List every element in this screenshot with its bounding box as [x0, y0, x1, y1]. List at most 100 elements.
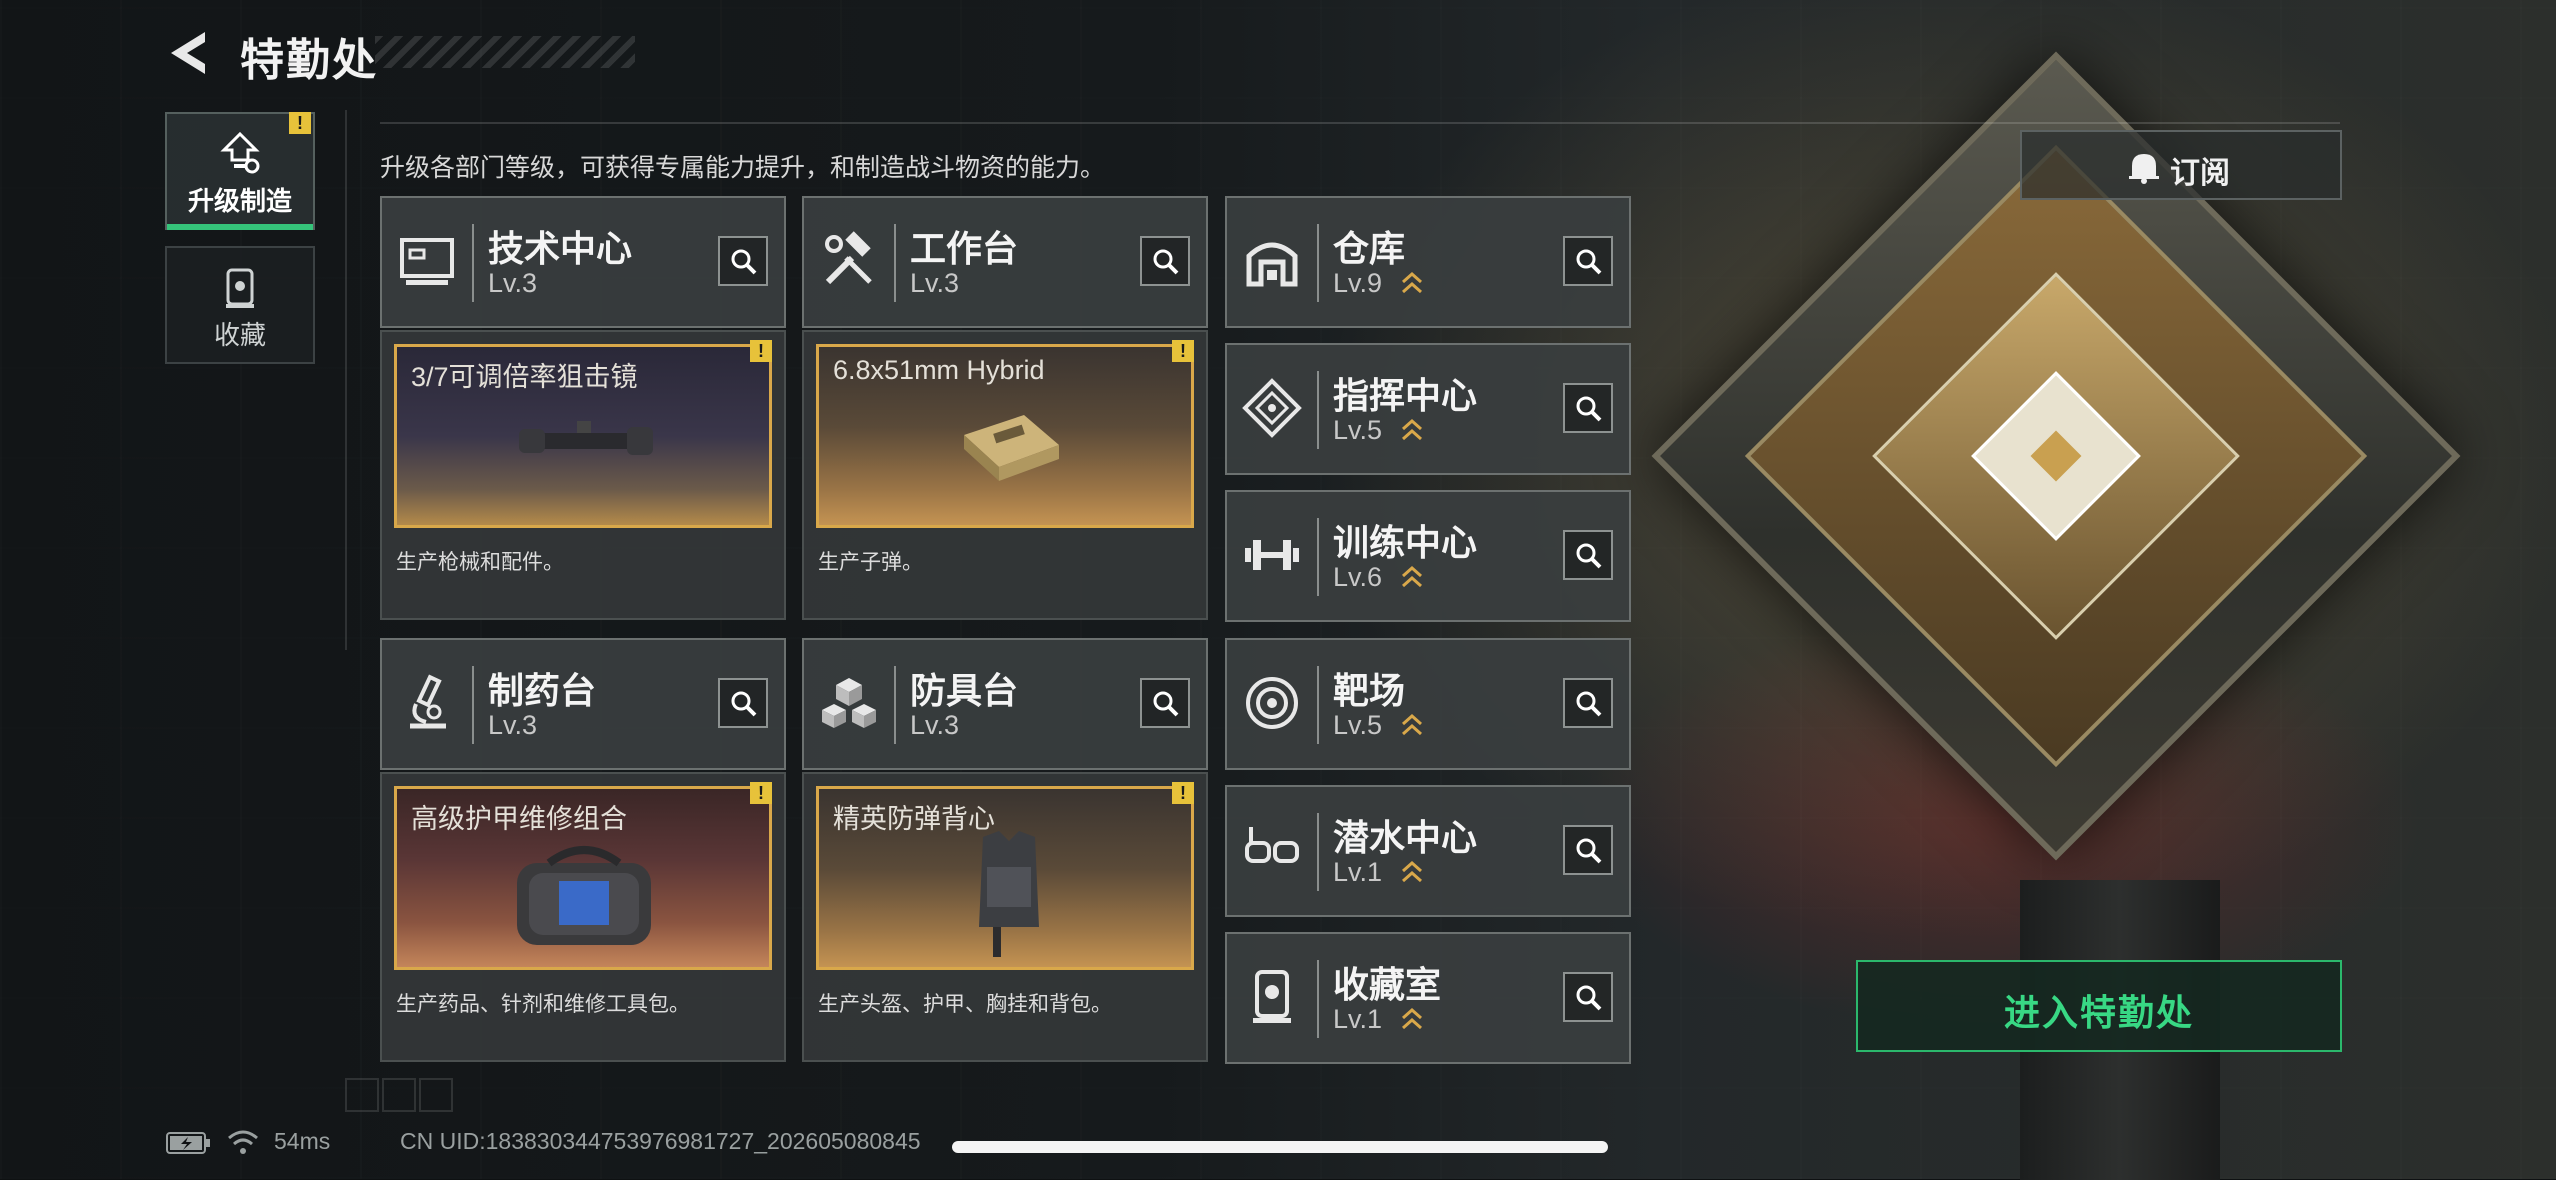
inspect-button[interactable]: [1140, 678, 1190, 728]
separator: [1317, 960, 1319, 1038]
subscribe-button[interactable]: 订阅: [2020, 130, 2342, 200]
search-icon: [1576, 396, 1602, 422]
product-card-tech-center[interactable]: 3/7可调倍率狙击镜 ! 生产枪械和配件。: [380, 330, 786, 620]
separator: [1317, 666, 1319, 744]
separator: [1317, 224, 1319, 302]
separator: [894, 224, 896, 302]
dept-level: Lv.3: [910, 268, 960, 298]
dept-name: 潜水中心: [1333, 817, 1478, 858]
diving-mask-icon: [1245, 827, 1299, 863]
title-decoration: [375, 36, 635, 68]
sidebar-item-collection[interactable]: 收藏: [165, 246, 315, 364]
dept-card-tech-center[interactable]: 技术中心 Lv.3: [380, 196, 786, 328]
search-icon: [1576, 691, 1602, 717]
page-title: 特勤处: [240, 36, 378, 85]
alert-badge: !: [289, 112, 311, 134]
product-card-workbench[interactable]: 6.8x51mm Hybrid ! 生产子弹。: [802, 330, 1208, 620]
product-description: 生产子弹。: [818, 551, 923, 574]
dept-level: Lv.1: [1333, 1004, 1383, 1034]
product-card-armor-bench[interactable]: 精英防弹背心 ! 生产头盔、护甲、胸挂和背包。: [802, 772, 1208, 1062]
upgrade-available-icon: [1402, 860, 1422, 883]
hammer-wrench-icon: [825, 231, 872, 285]
product-image-frame[interactable]: 高级护甲维修组合: [394, 786, 772, 970]
divider-horizontal: [380, 122, 2340, 124]
inspect-button[interactable]: [1563, 678, 1613, 728]
dept-card-workbench[interactable]: 工作台 Lv.3: [802, 196, 1208, 328]
dept-card-warehouse[interactable]: 仓库 Lv.9: [1225, 196, 1631, 328]
wifi-icon: [228, 1130, 258, 1154]
alert-badge: !: [1172, 340, 1194, 362]
dept-name: 仓库: [1333, 228, 1406, 269]
dept-level: Lv.9: [1333, 268, 1383, 298]
product-image-frame[interactable]: 3/7可调倍率狙击镜: [394, 344, 772, 528]
subscribe-label: 订阅: [2170, 157, 2230, 190]
cubes-icon: [822, 678, 876, 728]
page-description: 升级各部门等级，可获得专属能力提升，和制造战斗物资的能力。: [380, 154, 1106, 182]
alert-badge: !: [750, 782, 772, 804]
product-description: 生产头盔、护甲、胸挂和背包。: [818, 993, 1112, 1016]
inspect-button[interactable]: [718, 678, 768, 728]
bell-icon: [2129, 154, 2159, 184]
home-indicator[interactable]: [952, 1141, 1608, 1153]
product-image-frame[interactable]: 精英防弹背心: [816, 786, 1194, 970]
sidebar-item-upgrade[interactable]: 升级制造 !: [165, 112, 315, 230]
inspect-button[interactable]: [1563, 383, 1613, 433]
dept-card-armor-bench[interactable]: 防具台 Lv.3: [802, 638, 1208, 770]
alert-badge: !: [1172, 782, 1194, 804]
warehouse-icon: [1246, 242, 1298, 287]
divider-vertical: [345, 110, 347, 650]
dept-name: 工作台: [910, 228, 1019, 269]
dept-name: 训练中心: [1333, 522, 1478, 563]
search-icon: [1576, 543, 1602, 569]
battery-icon: [166, 1132, 210, 1154]
dept-card-diving-center[interactable]: 潜水中心 Lv.1: [1225, 785, 1631, 917]
dept-card-command-center[interactable]: 指挥中心 Lv.5: [1225, 343, 1631, 475]
dept-level: Lv.6: [1333, 562, 1383, 592]
dept-card-training-center[interactable]: 训练中心 Lv.6: [1225, 490, 1631, 622]
inspect-button[interactable]: [1563, 972, 1613, 1022]
trophy-case-icon: [226, 268, 254, 308]
dept-name: 防具台: [910, 670, 1019, 711]
command-center-icon: [1242, 378, 1302, 438]
inspect-button[interactable]: [1140, 236, 1190, 286]
product-description: 生产药品、针剂和维修工具包。: [396, 993, 690, 1016]
repair-kit-bag-icon: [517, 846, 651, 945]
dept-name: 收藏室: [1333, 964, 1442, 1005]
product-image-frame[interactable]: 6.8x51mm Hybrid: [816, 344, 1194, 528]
inspect-button[interactable]: [1563, 530, 1613, 580]
product-name: 高级护甲维修组合: [411, 804, 627, 834]
enter-special-ops-button[interactable]: 进入特勤处: [1856, 960, 2342, 1052]
microscope-icon: [410, 674, 446, 729]
dumbbell-icon: [1245, 540, 1299, 570]
search-icon: [1576, 985, 1602, 1011]
ping-readout: 54ms: [274, 1128, 331, 1154]
back-arrow-icon[interactable]: [165, 28, 211, 78]
ammo-box-icon: [964, 415, 1059, 481]
search-icon: [731, 249, 757, 275]
dept-level: Lv.3: [488, 710, 538, 740]
separator: [1317, 813, 1319, 891]
dept-name: 技术中心: [488, 228, 633, 269]
upgrade-available-icon: [1402, 565, 1422, 588]
separator: [472, 224, 474, 302]
inspect-button[interactable]: [718, 236, 768, 286]
vest-item-icon: [979, 831, 1039, 957]
inspect-button[interactable]: [1563, 236, 1613, 286]
dept-level: Lv.5: [1333, 710, 1383, 740]
dept-card-shooting-range[interactable]: 靶场 Lv.5: [1225, 638, 1631, 770]
dept-level: Lv.3: [488, 268, 538, 298]
search-icon: [1153, 249, 1179, 275]
trophy-case-icon: [1253, 970, 1291, 1023]
dept-name: 靶场: [1333, 670, 1406, 711]
sidebar-item-label: 收藏: [213, 320, 266, 350]
search-icon: [1576, 249, 1602, 275]
product-name: 3/7可调倍率狙击镜: [411, 362, 638, 392]
dept-card-pharmacy[interactable]: 制药台 Lv.3: [380, 638, 786, 770]
separator: [1317, 518, 1319, 596]
search-icon: [731, 691, 757, 717]
enter-button-label: 进入特勤处: [2003, 992, 2194, 1033]
inspect-button[interactable]: [1563, 825, 1613, 875]
dept-level: Lv.1: [1333, 857, 1383, 887]
product-card-pharmacy[interactable]: 高级护甲维修组合 ! 生产药品、针剂和维修工具包。: [380, 772, 786, 1062]
dept-card-collection-room[interactable]: 收藏室 Lv.1: [1225, 932, 1631, 1064]
